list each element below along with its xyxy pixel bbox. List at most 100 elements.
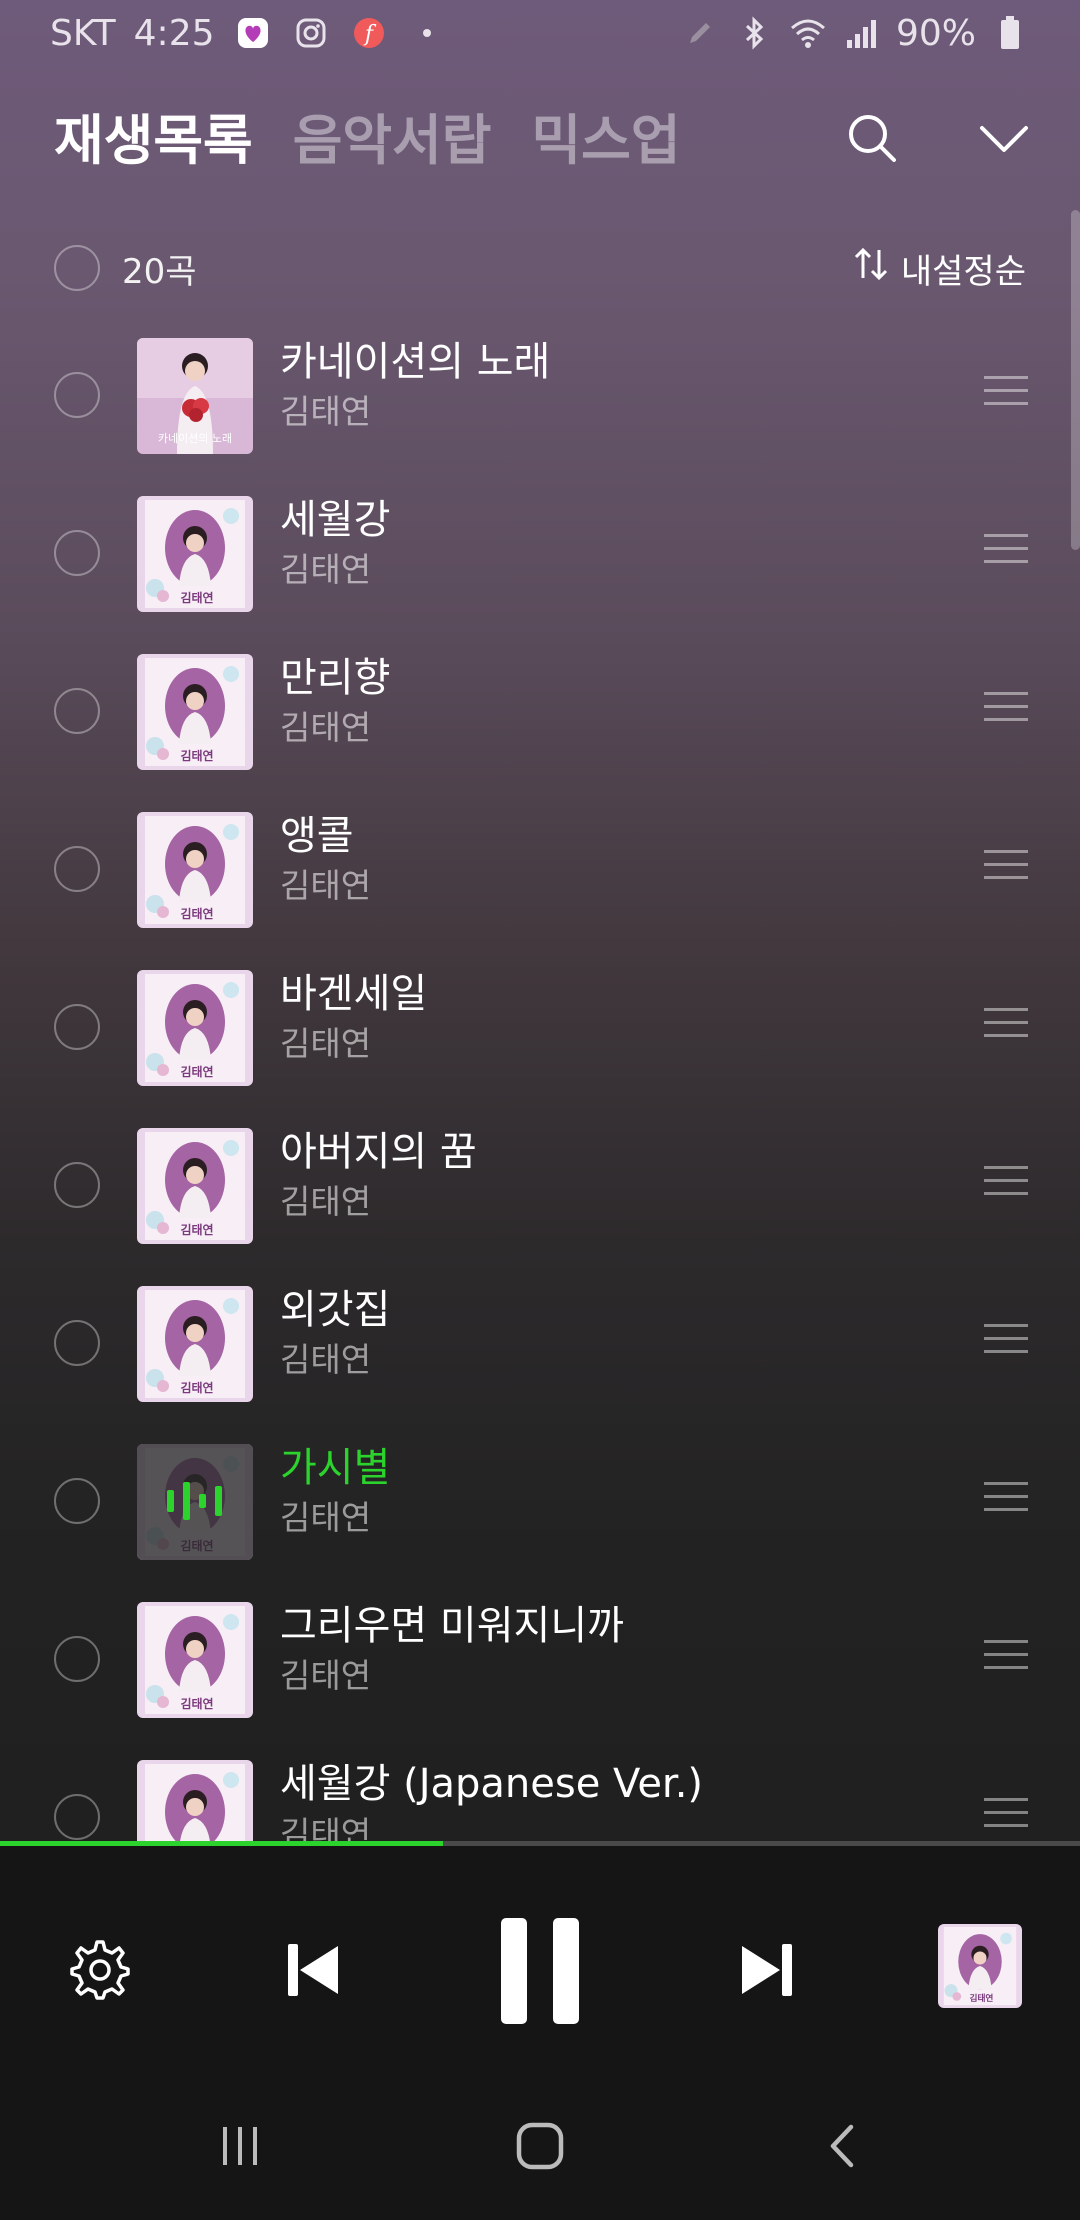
album-cover: 김태연 <box>137 812 253 928</box>
track-row[interactable]: 카네이션의 노래 카네이션의 노래 김태연 <box>0 316 1080 474</box>
chevron-down-icon[interactable] <box>968 102 1040 174</box>
bluetooth-icon <box>734 13 774 53</box>
album-cover: 김태연 <box>137 1602 253 1718</box>
album-cover: 김태연 <box>137 970 253 1086</box>
track-count: 20곡 <box>122 251 197 292</box>
track-select-checkbox[interactable] <box>54 1162 100 1208</box>
heart-app-icon <box>233 13 273 53</box>
track-select-checkbox[interactable] <box>54 1320 100 1366</box>
scrollbar[interactable] <box>1071 210 1080 550</box>
track-row[interactable]: 김태연 외갓집 김태연 <box>0 1264 1080 1422</box>
track-title: 가시별 <box>280 1445 391 1491</box>
track-info: 외갓집김태연 <box>280 1284 390 1384</box>
album-cover: 김태연 <box>137 1760 253 1846</box>
drag-handle-icon[interactable] <box>984 692 1028 731</box>
select-all-checkbox[interactable] <box>54 245 100 291</box>
album-cover: 김태연 <box>137 1286 253 1402</box>
next-icon[interactable] <box>728 1930 808 2010</box>
status-right: 90% <box>680 13 1030 54</box>
battery-icon <box>990 13 1030 53</box>
track-info: 카네이션의 노래김태연 <box>280 336 550 436</box>
track-row[interactable]: 김태연 아버지의 꿈 김태연 <box>0 1106 1080 1264</box>
svg-text:김태연: 김태연 <box>180 1380 213 1395</box>
track-title: 바겐세일 <box>280 971 428 1017</box>
track-info: 아버지의 꿈 김태연 <box>280 1126 477 1226</box>
header-actions <box>836 102 1040 174</box>
svg-text:김태연: 김태연 <box>180 1222 213 1237</box>
track-artist: 김태연 <box>280 1340 372 1379</box>
drag-handle-icon[interactable] <box>984 1482 1028 1521</box>
recent-apps-icon[interactable] <box>200 2106 280 2186</box>
track-row[interactable]: 김태연 바겐세일 김태연 <box>0 948 1080 1106</box>
track-select-checkbox[interactable] <box>54 688 100 734</box>
carrier: SKT <box>50 12 116 54</box>
pause-icon[interactable] <box>480 1906 600 2036</box>
drag-handle-icon[interactable] <box>984 1008 1028 1047</box>
track-title: 세월강 (Japanese Ver.) <box>280 1761 704 1807</box>
home-icon[interactable] <box>500 2106 580 2186</box>
drag-handle-icon[interactable] <box>984 1324 1028 1363</box>
track-artist: 김태연 <box>280 1024 372 1063</box>
drag-handle-icon[interactable] <box>984 376 1028 415</box>
track-info: 앵콜 김태연 <box>280 810 371 910</box>
track-info: 가시별김태연 <box>280 1442 390 1542</box>
track-row[interactable]: 김태연 세월강 (Japanese Ver.)김태연 <box>0 1738 1080 1846</box>
track-title: 아버지의 꿈 <box>280 1129 477 1175</box>
track-info: 바겐세일김태연 <box>280 968 427 1068</box>
track-title: 그리우면 미워지니까 <box>280 1603 624 1649</box>
track-row[interactable]: 김태연 앵콜 김태연 <box>0 790 1080 948</box>
battery-percent: 90% <box>895 12 976 54</box>
tab-bar: 재생목록 음악서랍 믹스업 <box>54 96 681 175</box>
clock: 4:25 <box>133 12 215 54</box>
track-select-checkbox[interactable] <box>54 1636 100 1682</box>
track-select-checkbox[interactable] <box>54 372 100 418</box>
track-info: 그리우면 미워지니까김태연 <box>280 1600 624 1700</box>
svg-text:김태연: 김태연 <box>180 748 213 763</box>
status-bar: SKT 4:25 f 90% <box>0 0 1080 66</box>
drag-handle-icon[interactable] <box>984 1640 1028 1679</box>
svg-text:김태연: 김태연 <box>180 1696 213 1711</box>
drag-handle-icon[interactable] <box>984 1798 1028 1837</box>
settings-icon[interactable] <box>60 1930 140 2010</box>
track-info: 만리향 김태연 <box>280 652 390 752</box>
track-title: 만리향 <box>280 655 391 701</box>
track-artist: 김태연 <box>280 550 372 589</box>
flo-app-icon: f <box>349 13 389 53</box>
track-artist: 김태연 <box>280 1656 372 1695</box>
tab-playlist[interactable]: 재생목록 <box>54 96 253 175</box>
back-icon[interactable] <box>804 2106 884 2186</box>
wifi-icon <box>788 13 828 53</box>
dot-icon <box>407 13 447 53</box>
track-row[interactable]: 김태연 만리향 김태연 <box>0 632 1080 790</box>
drag-handle-icon[interactable] <box>984 1166 1028 1205</box>
album-cover: 김태연 <box>137 1128 253 1244</box>
system-nav-bar <box>0 2100 1080 2220</box>
track-select-checkbox[interactable] <box>54 1478 100 1524</box>
album-cover: 김태연 <box>137 654 253 770</box>
track-row[interactable]: 김태연 세월강 김태연 <box>0 474 1080 632</box>
tab-music-drawer[interactable]: 음악서랍 <box>293 96 492 175</box>
track-row[interactable]: 김태연 그리우면 미워지니까 김태연 <box>0 1580 1080 1738</box>
drag-handle-icon[interactable] <box>984 534 1028 573</box>
track-select-checkbox[interactable] <box>54 846 100 892</box>
drag-handle-icon[interactable] <box>984 850 1028 889</box>
search-icon[interactable] <box>836 102 908 174</box>
track-info: 세월강 김태연 <box>280 494 390 594</box>
previous-icon[interactable] <box>272 1930 352 2010</box>
track-row[interactable]: 김태연가시별김태연 <box>0 1422 1080 1580</box>
track-select-checkbox[interactable] <box>54 1794 100 1840</box>
tab-mixup[interactable]: 믹스업 <box>531 96 680 175</box>
track-artist: 김태연 <box>280 392 372 431</box>
track-select-checkbox[interactable] <box>54 1004 100 1050</box>
pen-icon <box>680 13 720 53</box>
track-artist: 김태연 <box>280 1498 372 1537</box>
track-title: 카네이션의 노래 <box>280 339 551 385</box>
track-select-checkbox[interactable] <box>54 530 100 576</box>
svg-text:김태연: 김태연 <box>180 590 213 605</box>
now-playing-cover[interactable]: 김태연 <box>938 1924 1022 2008</box>
sort-button[interactable]: 내설정순 <box>851 244 1026 293</box>
track-title: 외갓집 <box>280 1287 391 1333</box>
svg-text:카네이션의 노래: 카네이션의 노래 <box>158 432 232 445</box>
status-left: SKT 4:25 f <box>50 13 447 54</box>
track-info: 세월강 (Japanese Ver.) 김태연 <box>280 1758 703 1846</box>
